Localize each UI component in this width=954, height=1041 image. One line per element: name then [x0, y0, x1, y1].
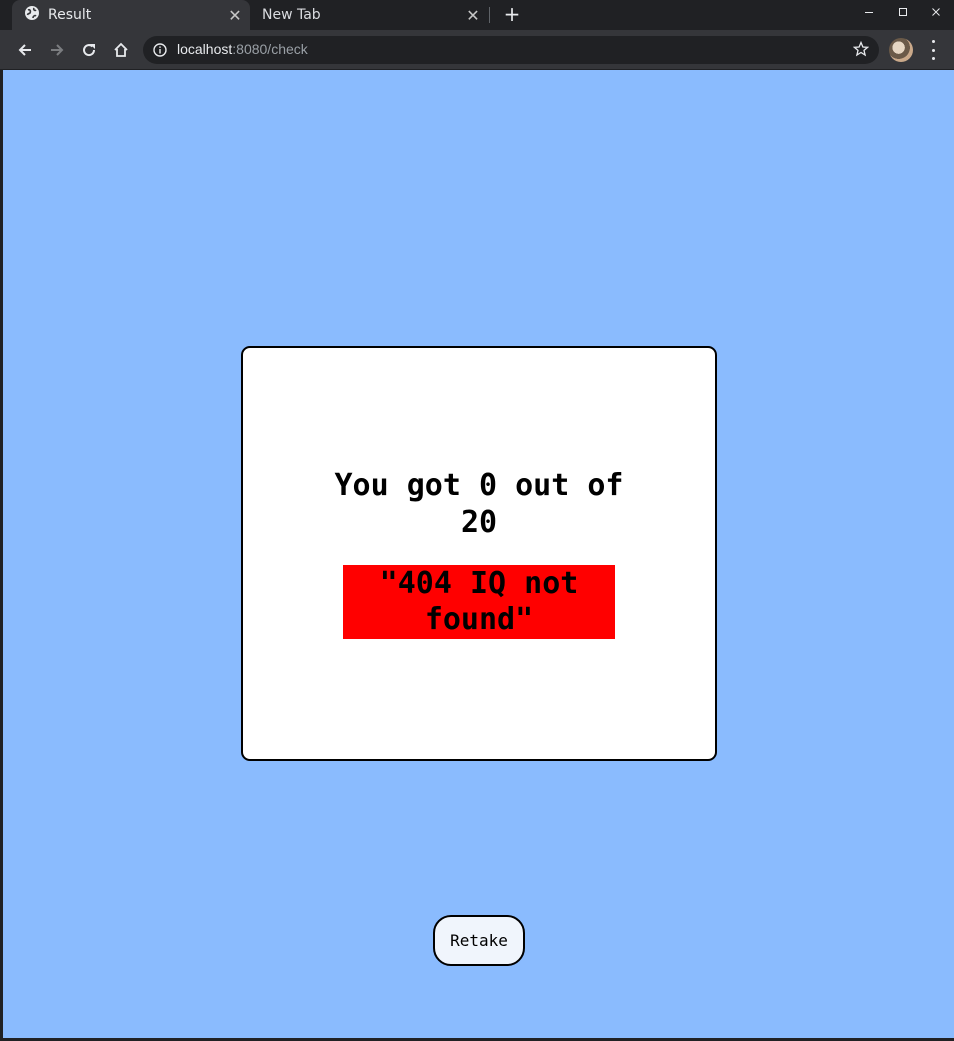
tab-new-tab[interactable]: New Tab ✕ [252, 0, 488, 30]
address-bar[interactable]: localhost:8080/check [143, 36, 879, 64]
minimize-icon[interactable] [851, 0, 887, 24]
retake-button[interactable]: Retake [433, 915, 525, 966]
info-icon[interactable] [153, 42, 167, 61]
new-tab-button[interactable]: + [501, 2, 523, 26]
back-arrow-icon[interactable] [12, 37, 38, 63]
browser-toolbar: localhost:8080/check [0, 30, 954, 69]
tab-strip: Result ✕ New Tab ✕ + [0, 0, 954, 30]
maximize-icon[interactable] [885, 0, 921, 24]
menu-kebab-icon[interactable] [926, 40, 940, 60]
verdict-banner: "404 IQ not found" [343, 565, 615, 639]
score-text: You got 0 out of 20 [334, 468, 624, 540]
profile-avatar[interactable] [889, 38, 913, 62]
forward-arrow-icon[interactable] [44, 37, 70, 63]
close-window-icon[interactable] [918, 0, 954, 24]
page-viewport: You got 0 out of 20 "404 IQ not found" R… [3, 70, 954, 1038]
tab-title: New Tab [262, 7, 321, 23]
tab-title: Result [48, 7, 92, 23]
home-icon[interactable] [108, 37, 134, 63]
url-text: localhost:8080/check [177, 41, 308, 57]
tab-result[interactable]: Result ✕ [12, 0, 250, 30]
globe-icon [24, 5, 40, 25]
tab-divider [489, 7, 490, 23]
bookmark-star-icon[interactable] [852, 40, 870, 61]
close-tab-icon[interactable]: ✕ [224, 6, 246, 25]
close-tab-icon[interactable]: ✕ [462, 6, 484, 25]
result-card: You got 0 out of 20 "404 IQ not found" [241, 346, 717, 761]
reload-icon[interactable] [76, 37, 102, 63]
